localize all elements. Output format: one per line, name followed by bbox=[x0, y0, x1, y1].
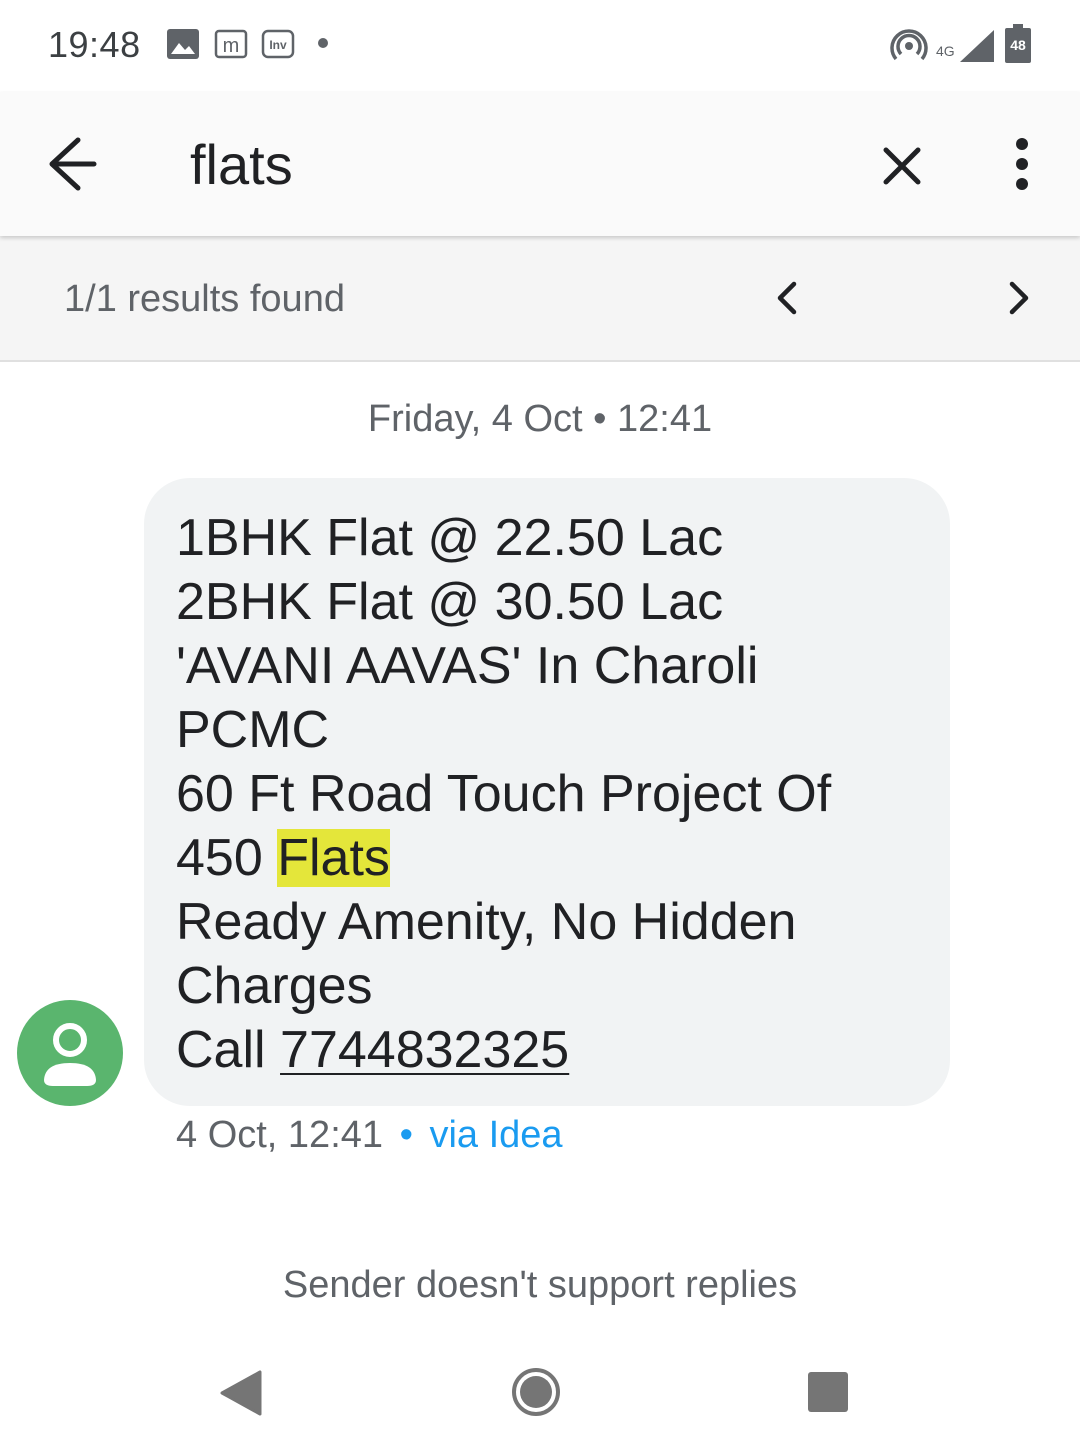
message-text: Call bbox=[176, 1021, 281, 1079]
clear-search-button[interactable] bbox=[870, 134, 934, 198]
inv-app-icon: Inv bbox=[261, 28, 295, 60]
chevron-left-icon bbox=[777, 281, 797, 315]
notification-dot bbox=[318, 38, 328, 48]
no-reply-notice: Sender doesn't support replies bbox=[282, 1264, 798, 1306]
image-icon bbox=[166, 28, 200, 60]
hotspot-icon bbox=[890, 28, 928, 64]
message-line-call: Call 7744832325 bbox=[176, 1018, 918, 1082]
battery-level: 48 bbox=[1010, 37, 1026, 53]
svg-text:m: m bbox=[223, 35, 240, 57]
network-label: 4G bbox=[936, 43, 955, 59]
person-icon bbox=[44, 1023, 96, 1086]
svg-text:Inv: Inv bbox=[269, 38, 287, 52]
message-line: 1BHK Flat @ 22.50 Lac bbox=[176, 509, 724, 567]
phone-number-link[interactable]: 7744832325 bbox=[280, 1021, 569, 1079]
m-app-icon: m bbox=[214, 28, 248, 60]
nav-home-icon bbox=[512, 1368, 560, 1416]
results-count: 1/1 results found bbox=[64, 278, 345, 320]
search-bar bbox=[0, 92, 1080, 236]
message-line: 60 Ft Road Touch Project Of bbox=[176, 765, 832, 823]
message-text: 450 bbox=[176, 829, 278, 887]
message-line: Ready Amenity, No Hidden bbox=[176, 893, 797, 951]
previous-result-button[interactable] bbox=[760, 270, 816, 326]
search-input[interactable] bbox=[190, 132, 790, 197]
search-match-highlight: Flats bbox=[277, 829, 390, 887]
status-bar: 19:48 m Inv 4G 48 bbox=[0, 0, 1080, 92]
more-vert-icon bbox=[1016, 138, 1028, 190]
nav-back-icon bbox=[220, 1370, 262, 1416]
sender-avatar[interactable] bbox=[17, 1000, 123, 1106]
arrow-back-icon bbox=[49, 137, 97, 191]
more-options-button[interactable] bbox=[996, 132, 1048, 196]
message-line: 2BHK Flat @ 30.50 Lac bbox=[176, 573, 724, 631]
date-header: Friday, 4 Oct • 12:41 bbox=[367, 398, 713, 440]
nav-recents-icon bbox=[808, 1372, 848, 1412]
message-line: PCMC bbox=[176, 701, 330, 759]
navigation-bar bbox=[0, 1340, 1080, 1454]
message-line: 'AVANI AAVAS' In Charoli bbox=[176, 637, 759, 695]
carrier-label: via Idea bbox=[429, 1114, 563, 1156]
chevron-right-icon bbox=[1009, 281, 1029, 315]
status-time: 19:48 bbox=[48, 24, 141, 65]
message-timestamp: 4 Oct, 12:41 bbox=[176, 1114, 384, 1156]
nav-home-button[interactable] bbox=[510, 1366, 562, 1418]
next-result-button[interactable] bbox=[990, 270, 1046, 326]
message-bubble[interactable]: 1BHK Flat @ 22.50 Lac 2BHK Flat @ 30.50 … bbox=[144, 478, 950, 1106]
meta-separator: • bbox=[399, 1114, 413, 1156]
message-line: Charges bbox=[176, 957, 373, 1015]
signal-4g-icon: 4G bbox=[936, 28, 996, 64]
close-icon bbox=[883, 147, 921, 185]
message-line-highlighted: 450 Flats bbox=[176, 826, 918, 890]
nav-back-button[interactable] bbox=[218, 1368, 264, 1418]
nav-recents-button[interactable] bbox=[806, 1370, 850, 1414]
back-button[interactable] bbox=[42, 134, 106, 194]
message-metadata: 4 Oct, 12:41 • via Idea bbox=[176, 1114, 563, 1157]
results-bar: 1/1 results found bbox=[0, 236, 1080, 362]
battery-icon: 48 bbox=[1004, 24, 1032, 64]
